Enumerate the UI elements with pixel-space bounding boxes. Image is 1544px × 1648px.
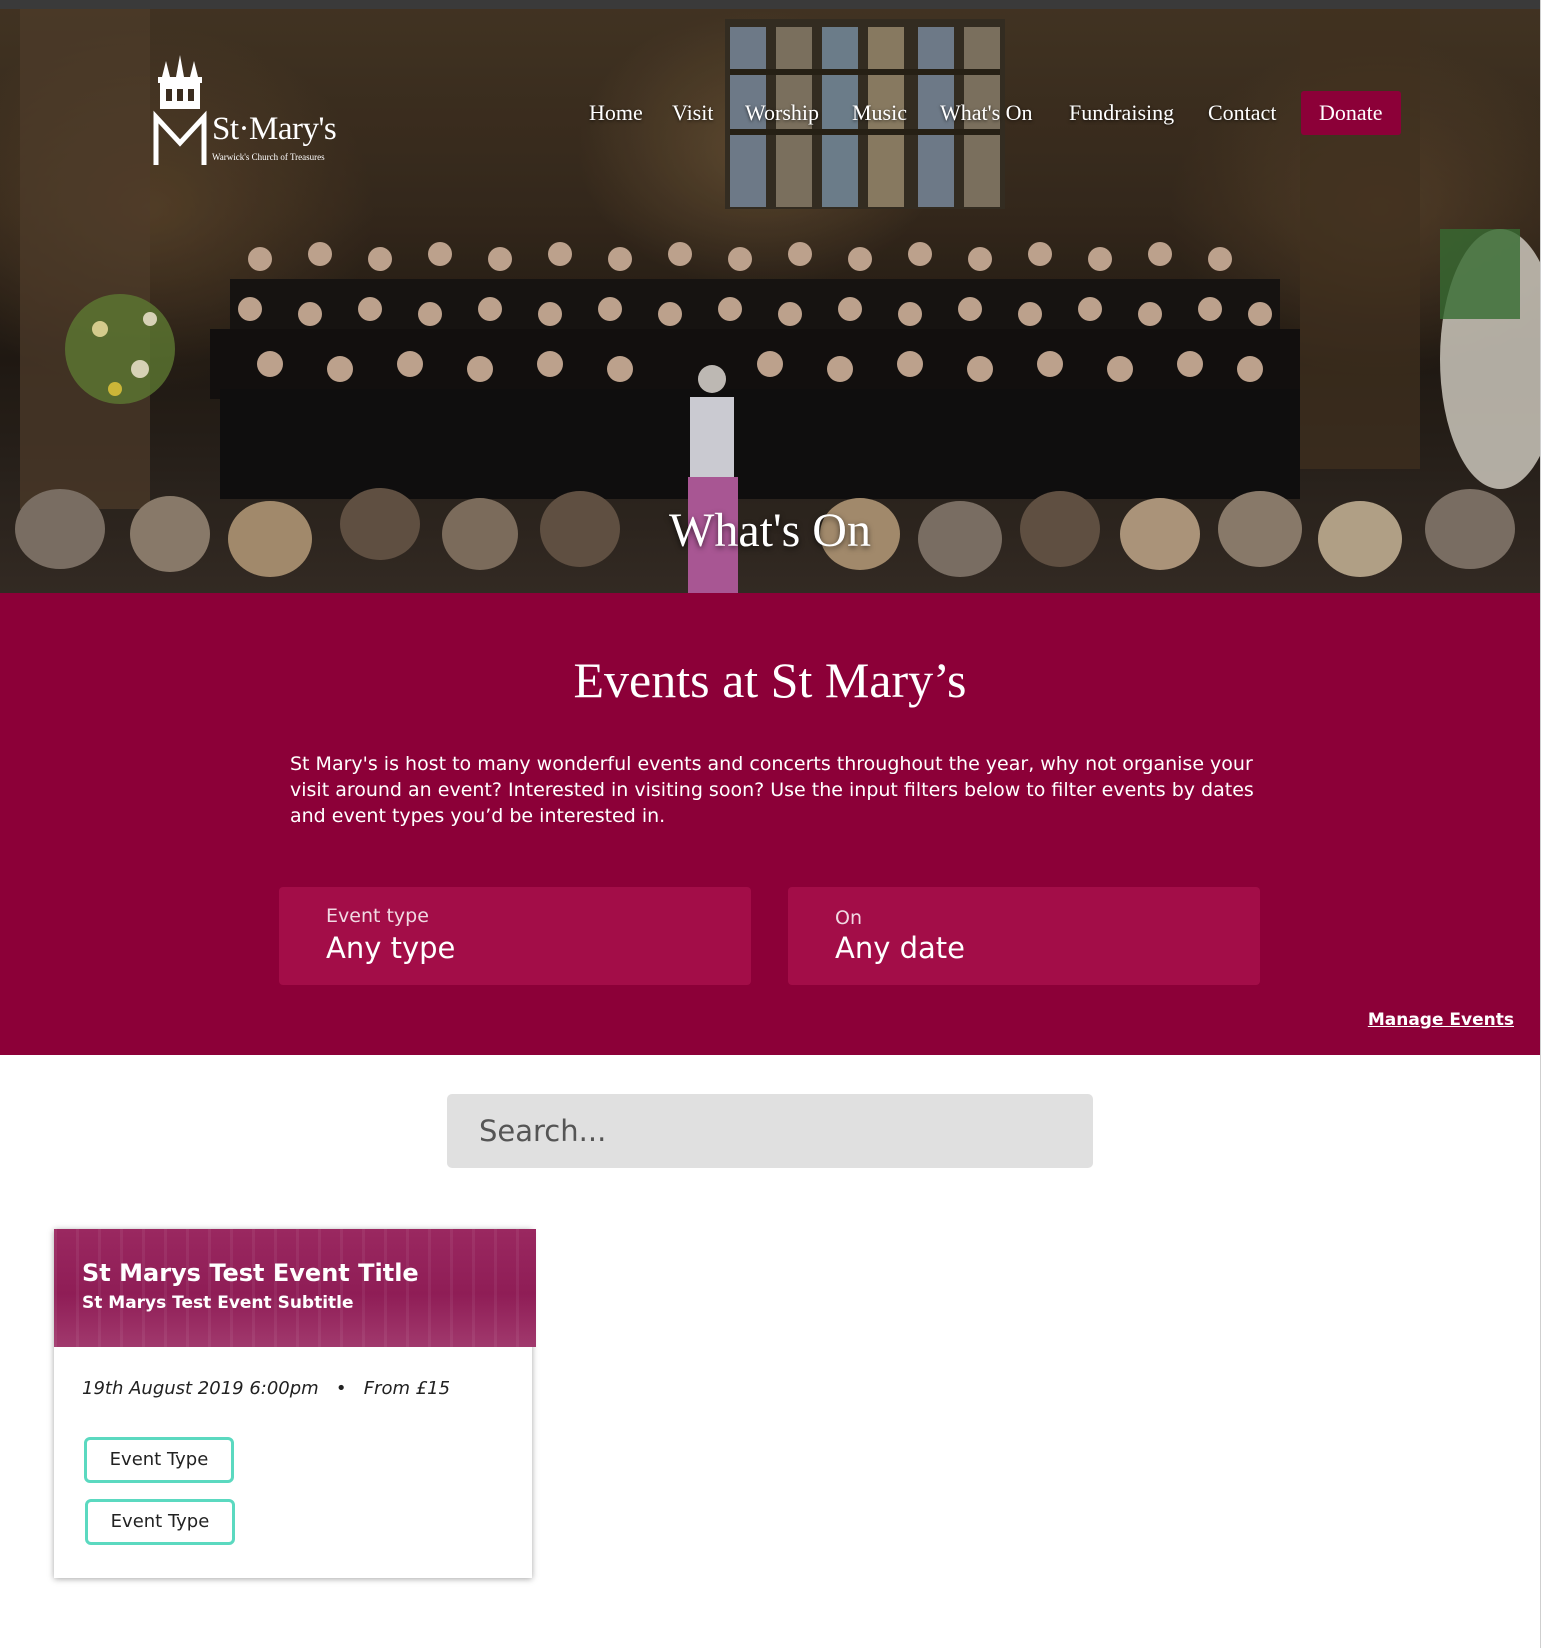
meta-separator: • [335, 1378, 347, 1399]
nav-visit[interactable]: Visit [672, 91, 713, 135]
event-type-filter-label: Event type [326, 905, 429, 927]
event-title: St Marys Test Event Title [82, 1259, 419, 1287]
manage-events-link[interactable]: Manage Events [1368, 1010, 1514, 1030]
event-subtitle: St Marys Test Event Subtitle [82, 1293, 354, 1313]
church-tower-logo-icon [153, 55, 207, 165]
event-date: 19th August 2019 6:00pm [82, 1378, 319, 1399]
events-heading: Events at St Mary’s [573, 652, 967, 708]
events-intro-section: Events at St Mary’s St Mary's is host to… [0, 593, 1540, 1055]
event-card[interactable]: St Marys Test Event Title St Marys Test … [54, 1229, 536, 1578]
event-type-filter[interactable]: Event type Any type [279, 887, 751, 985]
logo-tagline: Warwick's Church of Treasures [212, 152, 325, 162]
event-type-tag[interactable]: Event Type [84, 1437, 234, 1483]
event-type-tag[interactable]: Event Type [85, 1499, 235, 1545]
event-card-header: St Marys Test Event Title St Marys Test … [54, 1229, 536, 1347]
donate-button[interactable]: Donate [1301, 91, 1401, 135]
nav-contact[interactable]: Contact [1208, 91, 1276, 135]
search-input[interactable] [447, 1094, 1093, 1168]
date-filter[interactable]: On Any date [788, 887, 1260, 985]
events-description: St Mary's is host to many wonderful even… [290, 753, 1254, 827]
hero-banner: St·Mary's Warwick's Church of Treasures … [0, 9, 1540, 593]
event-price: From £15 [363, 1378, 451, 1399]
logo-wordmark: St·Mary's [212, 111, 337, 147]
date-filter-value: Any date [835, 931, 965, 965]
nav-whats-on[interactable]: What's On [940, 91, 1033, 135]
nav-home[interactable]: Home [589, 91, 643, 135]
nav-fundraising[interactable]: Fundraising [1069, 91, 1174, 135]
hero-title: What's On [669, 504, 871, 557]
event-meta: 19th August 2019 6:00pm • From £15 [82, 1378, 450, 1399]
nav-worship[interactable]: Worship [745, 91, 819, 135]
event-type-filter-value: Any type [326, 931, 456, 965]
date-filter-label: On [835, 907, 862, 929]
page: St·Mary's Warwick's Church of Treasures … [0, 0, 1541, 1648]
site-logo[interactable]: St·Mary's Warwick's Church of Treasures [152, 55, 342, 175]
browser-top-bar [0, 0, 1540, 9]
nav-music[interactable]: Music [852, 91, 907, 135]
